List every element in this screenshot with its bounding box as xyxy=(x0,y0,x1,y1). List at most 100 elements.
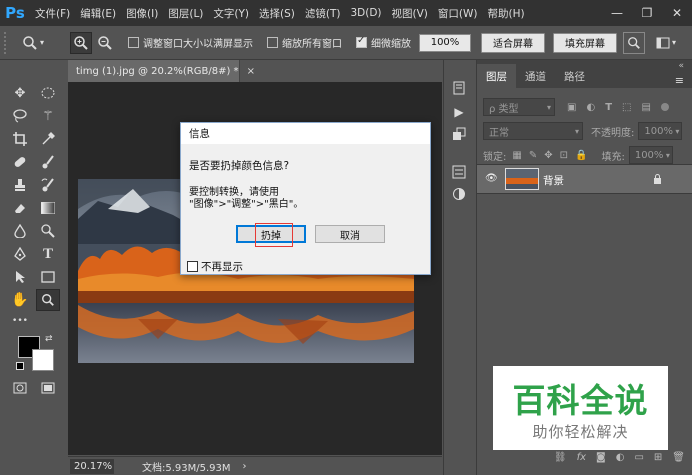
fx-icon[interactable]: fx xyxy=(577,452,586,463)
opacity-field[interactable]: 100% ▾ xyxy=(638,122,683,140)
history-brush-tool[interactable] xyxy=(36,174,60,196)
collapse-panel-icon[interactable]: « xyxy=(678,61,684,71)
lock-artboard-icon[interactable]: ⊡ xyxy=(560,150,568,161)
tool-preset-picker[interactable]: ▾ xyxy=(16,32,50,54)
default-colors-icon[interactable] xyxy=(16,362,24,370)
fill-screen-button[interactable]: 填充屏幕 xyxy=(553,32,617,53)
lock-pixels-icon[interactable]: ✎ xyxy=(529,150,537,161)
menu-image[interactable]: 图像(I) xyxy=(121,6,163,21)
magic-wand-tool[interactable]: ⚚ xyxy=(36,105,60,127)
move-tool[interactable]: ✥ xyxy=(8,82,32,104)
cancel-button[interactable]: 取消 xyxy=(315,225,385,243)
blur-tool[interactable] xyxy=(8,220,32,242)
tab-channels[interactable]: 通道 xyxy=(516,64,555,88)
rectangle-tool[interactable] xyxy=(36,266,60,288)
restore-button[interactable]: ❐ xyxy=(632,0,662,26)
menu-type[interactable]: 文字(Y) xyxy=(208,6,254,21)
link-layers-icon[interactable]: ⛓ xyxy=(554,452,567,463)
menu-layer[interactable]: 图层(L) xyxy=(163,6,208,21)
lock-all-icon[interactable]: 🔒 xyxy=(575,150,587,161)
path-selection-tool[interactable] xyxy=(8,266,32,288)
filter-smart-object-icon[interactable]: ▤ xyxy=(641,102,650,113)
menu-filter[interactable]: 滤镜(T) xyxy=(300,6,346,21)
panel-menu-icon[interactable]: ≡ xyxy=(675,74,684,87)
zoom-in-button[interactable] xyxy=(70,31,92,54)
swap-colors-icon[interactable]: ⇄ xyxy=(45,334,53,344)
history-panel-button[interactable] xyxy=(448,78,470,98)
eyedropper-tool[interactable] xyxy=(36,128,60,150)
tab-paths[interactable]: 路径 xyxy=(555,64,594,88)
highlight-box xyxy=(255,223,293,247)
menu-file[interactable]: 文件(F) xyxy=(30,6,75,21)
screen-mode-button[interactable] xyxy=(36,377,60,399)
dont-show-again-checkbox[interactable]: 不再显示 xyxy=(187,259,243,274)
zoom-level-field[interactable]: 20.17% xyxy=(70,458,114,474)
resize-windows-checkbox[interactable]: 调整窗口大小以满屏显示 xyxy=(128,35,253,50)
filter-type-icon[interactable]: T xyxy=(605,102,612,113)
delete-layer-icon[interactable]: 🗑 xyxy=(672,452,685,463)
properties-panel-button[interactable] xyxy=(448,162,470,182)
options-grip[interactable] xyxy=(4,31,12,54)
zoom-percent-field[interactable]: 100% xyxy=(419,33,471,52)
workspace-switcher[interactable]: ▾ xyxy=(651,32,681,54)
lock-position-icon[interactable]: ✥ xyxy=(544,150,552,161)
lock-row: 锁定: ▦ ✎ ✥ ⊡ 🔒 填充: 100% ▾ xyxy=(477,146,692,164)
layer-kind-filter[interactable]: ρ 类型 ▾ xyxy=(483,98,555,116)
crop-tool[interactable] xyxy=(8,128,32,150)
blend-mode-select[interactable]: 正常 ▾ xyxy=(483,122,583,140)
menu-help[interactable]: 帮助(H) xyxy=(483,6,530,21)
scrubby-zoom-checkbox[interactable]: 细微缩放 xyxy=(356,35,411,50)
brush-tool[interactable] xyxy=(36,151,60,173)
blend-row: 正常 ▾ 不透明度: 100% ▾ xyxy=(477,122,692,140)
adjustments-panel-button[interactable] xyxy=(448,184,470,204)
eye-icon[interactable]: 👁 xyxy=(485,173,498,184)
background-color-swatch[interactable] xyxy=(32,349,54,371)
healing-brush-tool[interactable] xyxy=(8,151,32,173)
eraser-tool[interactable] xyxy=(8,197,32,219)
lasso-tool[interactable] xyxy=(8,105,32,127)
marquee-tool[interactable] xyxy=(36,82,60,104)
layer-row-background[interactable]: 👁 背景 xyxy=(477,164,692,194)
resize-windows-label: 调整窗口大小以满屏显示 xyxy=(143,39,253,50)
new-adjustment-icon[interactable]: ◐ xyxy=(616,452,625,463)
actions-panel-button[interactable]: ▶ xyxy=(448,102,470,122)
zoom-out-button[interactable] xyxy=(94,32,116,54)
quick-mask-button[interactable] xyxy=(8,377,32,399)
document-size-info[interactable]: 文档:5.93M/5.93M xyxy=(142,459,231,474)
gradient-tool[interactable] xyxy=(36,197,60,219)
fit-screen-button[interactable]: 适合屏幕 xyxy=(481,32,545,53)
edit-toolbar-button[interactable]: ••• xyxy=(8,310,32,332)
document-tab[interactable]: timg (1).jpg @ 20.2%(RGB/8#) * × xyxy=(68,60,255,82)
filter-adjustment-icon[interactable]: ◐ xyxy=(586,102,595,113)
layer-comps-button[interactable] xyxy=(448,124,470,144)
type-tool[interactable]: T xyxy=(36,243,60,265)
new-layer-icon[interactable]: ⊞ xyxy=(654,452,662,463)
filter-shape-icon[interactable]: ⬚ xyxy=(622,102,631,113)
pen-tool[interactable] xyxy=(8,243,32,265)
zoom-all-windows-checkbox[interactable]: 缩放所有窗口 xyxy=(267,35,342,50)
hand-tool[interactable]: ✋ xyxy=(8,289,32,311)
close-button[interactable]: ✕ xyxy=(662,0,692,26)
fill-field[interactable]: 100% ▾ xyxy=(628,146,673,164)
menu-3d[interactable]: 3D(D) xyxy=(345,7,386,19)
status-menu-arrow[interactable]: › xyxy=(243,461,247,472)
minimize-button[interactable]: — xyxy=(602,0,632,26)
tab-layers[interactable]: 图层 xyxy=(477,64,516,88)
filter-toggle-icon[interactable] xyxy=(660,103,669,111)
menu-select[interactable]: 选择(S) xyxy=(254,6,300,21)
scrubby-zoom-label: 细微缩放 xyxy=(371,39,411,50)
clone-stamp-tool[interactable] xyxy=(8,174,32,196)
new-group-icon[interactable]: ▭ xyxy=(634,452,643,463)
menu-edit[interactable]: 编辑(E) xyxy=(75,6,121,21)
window-controls: — ❐ ✕ xyxy=(602,0,692,26)
add-mask-icon[interactable]: ◙ xyxy=(596,452,606,463)
discard-button[interactable]: 扔掉 xyxy=(236,223,306,247)
search-button[interactable] xyxy=(623,31,645,54)
filter-pixel-icon[interactable]: ▣ xyxy=(567,102,576,113)
close-tab-icon[interactable]: × xyxy=(247,66,255,77)
menu-view[interactable]: 视图(V) xyxy=(387,6,433,21)
dodge-tool[interactable] xyxy=(36,220,60,242)
zoom-tool[interactable] xyxy=(36,289,60,311)
lock-transparent-icon[interactable]: ▦ xyxy=(512,150,521,161)
menu-window[interactable]: 窗口(W) xyxy=(433,6,483,21)
